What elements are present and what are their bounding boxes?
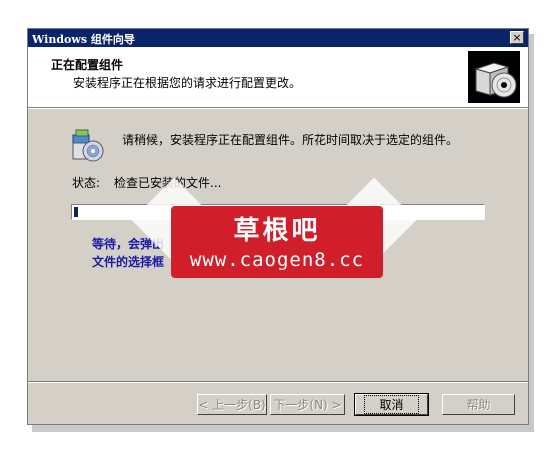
- close-button[interactable]: ×: [510, 31, 524, 44]
- page-title: 正在配置组件: [51, 58, 124, 72]
- component-box-cd-icon: [468, 51, 520, 103]
- configure-components-icon: [71, 129, 105, 163]
- cancel-button[interactable]: 取消: [354, 393, 429, 416]
- watermark-name: 草根吧: [233, 216, 321, 246]
- status-label: 状态:: [72, 176, 101, 190]
- back-button[interactable]: < 上一步(B): [197, 394, 267, 415]
- wizard-header: 正在配置组件 安装程序正在根据您的请求进行配置更改。: [28, 47, 528, 108]
- next-button[interactable]: 下一步(N) >: [270, 394, 345, 415]
- window-title: Windows 组件向导: [32, 33, 135, 46]
- page-subtitle: 安装程序正在根据您的请求进行配置更改。: [73, 76, 302, 90]
- progress-fill: [74, 207, 78, 217]
- info-message: 请稍候，安装程序正在配置组件。所花时间取决于选定的组件。: [122, 133, 459, 147]
- title-bar[interactable]: Windows 组件向导 ×: [28, 29, 528, 47]
- help-button[interactable]: 帮助: [442, 394, 515, 415]
- watermark-logo: 草根吧 www.caogen8.cc: [171, 206, 383, 278]
- button-divider: [28, 381, 528, 383]
- watermark-url: www.caogen8.cc: [189, 249, 365, 271]
- cancel-button-label: 取消: [364, 395, 419, 414]
- header-divider: [28, 108, 528, 109]
